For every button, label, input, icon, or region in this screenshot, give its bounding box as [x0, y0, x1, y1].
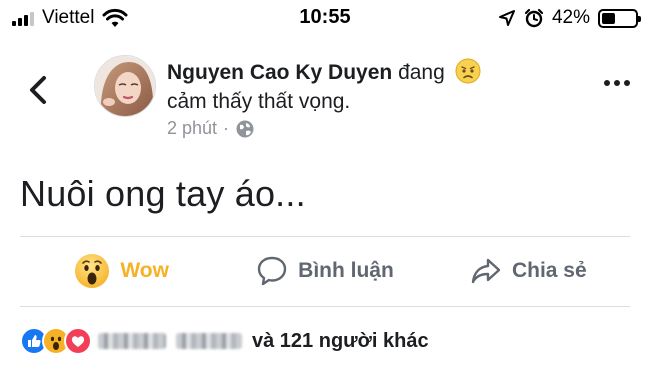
- author-avatar[interactable]: [94, 55, 156, 117]
- back-chevron-icon[interactable]: [26, 70, 50, 110]
- share-button[interactable]: Chia sẻ: [427, 240, 630, 302]
- comment-icon: [257, 256, 287, 286]
- meta-separator: ·: [223, 118, 230, 138]
- location-arrow-icon: [498, 10, 515, 26]
- blurred-name: [176, 333, 242, 349]
- feeling-text: cảm thấy thất vọng.: [167, 90, 351, 113]
- divider-top: [20, 236, 630, 237]
- author-name[interactable]: Nguyen Cao Ky Duyen: [167, 61, 392, 84]
- love-icon: [64, 327, 92, 355]
- battery-fill: [602, 12, 616, 24]
- disappointed-face-icon: [455, 58, 481, 84]
- globe-icon: [236, 120, 254, 137]
- action-bar: Wow Bình luận Chia sẻ: [20, 240, 630, 302]
- post-meta: 2 phút ·: [167, 118, 255, 139]
- post-text: Nuôi ong tay áo...: [20, 173, 306, 214]
- feeling-verb: đang: [398, 61, 445, 84]
- wow-button[interactable]: Wow: [20, 240, 223, 302]
- wow-icon: [75, 254, 110, 288]
- comment-label: Bình luận: [298, 259, 394, 282]
- avatar-image: [95, 56, 155, 116]
- post-time[interactable]: 2 phút: [167, 118, 217, 139]
- blurred-name: [98, 333, 166, 349]
- author-line: Nguyen Cao Ky Duyen đang: [167, 58, 547, 87]
- status-right: 42%: [498, 7, 641, 29]
- battery-icon: [598, 8, 641, 28]
- share-label: Chia sẻ: [511, 259, 587, 282]
- others-count-text: và 121 người khác: [252, 329, 429, 352]
- alarm-icon: [524, 8, 544, 28]
- comment-button[interactable]: Bình luận: [223, 240, 426, 302]
- divider-bottom: [20, 306, 630, 307]
- reaction-icons: [20, 327, 92, 355]
- reactions-summary[interactable]: và 121 người khác: [20, 327, 429, 355]
- status-bar: Viettel 10:55 42%: [0, 0, 650, 36]
- wow-label: Wow: [120, 259, 169, 282]
- more-options-icon[interactable]: [604, 80, 630, 86]
- share-icon: [471, 258, 501, 284]
- battery-percent: 42%: [551, 7, 590, 28]
